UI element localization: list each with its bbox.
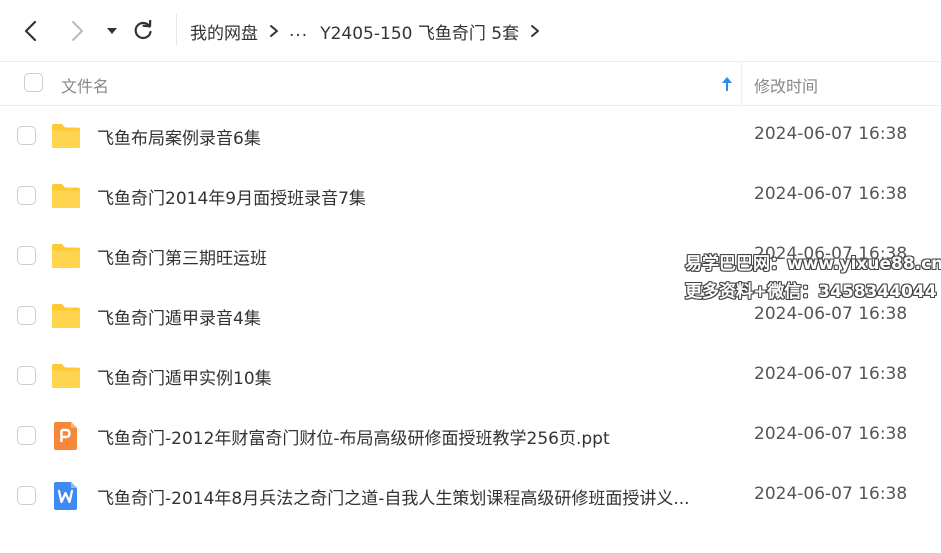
chevron-right-icon bbox=[72, 21, 83, 41]
refresh-icon bbox=[134, 20, 152, 40]
watermark-wechat: 更多资料+微信：3458344044 bbox=[685, 282, 937, 302]
toolbar-divider bbox=[176, 14, 177, 46]
ppt-file-icon bbox=[51, 421, 81, 451]
row-checkbox[interactable] bbox=[17, 366, 36, 385]
row-checkbox[interactable] bbox=[17, 246, 36, 265]
refresh-button[interactable] bbox=[130, 18, 156, 44]
column-divider[interactable] bbox=[741, 62, 742, 106]
file-modified-time: 2024-06-07 16:38 bbox=[754, 124, 908, 144]
history-dropdown-button[interactable] bbox=[103, 22, 121, 40]
folder-icon bbox=[51, 121, 81, 151]
list-item[interactable]: 飞鱼奇门-2012年财富奇门财位-布局高级研修面授班教学256页.ppt 202… bbox=[0, 406, 941, 466]
breadcrumb-root[interactable]: 我的网盘 bbox=[190, 19, 258, 44]
back-button[interactable] bbox=[18, 18, 44, 44]
list-item[interactable]: 飞鱼奇门遁甲实例10集 2024-06-07 16:38 bbox=[0, 346, 941, 406]
row-checkbox[interactable] bbox=[17, 126, 36, 145]
caret-down-icon bbox=[107, 28, 117, 34]
file-modified-time: 2024-06-07 16:38 bbox=[754, 424, 908, 444]
chevron-right-icon bbox=[530, 24, 540, 38]
row-checkbox[interactable] bbox=[17, 306, 36, 325]
breadcrumb-current[interactable]: Y2405-150 飞鱼奇门 5套 bbox=[320, 19, 519, 44]
file-name[interactable]: 飞鱼布局案例录音6集 bbox=[97, 124, 261, 149]
word-file-icon bbox=[51, 481, 81, 511]
watermark-website: 易学巴巴网：www.yixue88.cn bbox=[685, 254, 941, 274]
file-name[interactable]: 飞鱼奇门-2014年8月兵法之奇门之道-自我人生策划课程高级研修班面授讲义... bbox=[97, 484, 690, 509]
file-modified-time: 2024-06-07 16:38 bbox=[754, 184, 908, 204]
chevron-left-icon bbox=[24, 20, 37, 42]
list-item[interactable]: 飞鱼布局案例录音6集 2024-06-07 16:38 bbox=[0, 106, 941, 166]
file-name[interactable]: 飞鱼奇门-2012年财富奇门财位-布局高级研修面授班教学256页.ppt bbox=[97, 424, 610, 449]
file-name[interactable]: 飞鱼奇门第三期旺运班 bbox=[97, 244, 267, 269]
watermark: 易学巴巴网：www.yixue88.cn 更多资料+微信：3458344044 bbox=[685, 250, 941, 306]
chevron-right-icon bbox=[269, 24, 279, 38]
row-checkbox[interactable] bbox=[17, 426, 36, 445]
file-name[interactable]: 飞鱼奇门遁甲录音4集 bbox=[97, 304, 261, 329]
breadcrumb-ellipsis[interactable]: ... bbox=[289, 21, 308, 41]
file-list-header: 文件名 修改时间 bbox=[0, 61, 941, 106]
file-list: 飞鱼布局案例录音6集 2024-06-07 16:38 飞鱼奇门2014年9月面… bbox=[0, 106, 941, 526]
list-item[interactable]: 飞鱼奇门-2014年8月兵法之奇门之道-自我人生策划课程高级研修班面授讲义...… bbox=[0, 466, 941, 526]
arrow-up-icon[interactable] bbox=[719, 74, 735, 94]
row-checkbox[interactable] bbox=[17, 486, 36, 505]
file-name[interactable]: 飞鱼奇门遁甲实例10集 bbox=[97, 364, 272, 389]
file-modified-time: 2024-06-07 16:38 bbox=[754, 484, 908, 504]
file-modified-time: 2024-06-07 16:38 bbox=[754, 364, 908, 384]
row-checkbox[interactable] bbox=[17, 186, 36, 205]
folder-icon bbox=[51, 181, 81, 211]
file-name[interactable]: 飞鱼奇门2014年9月面授班录音7集 bbox=[97, 184, 366, 209]
folder-icon bbox=[51, 361, 81, 391]
folder-icon bbox=[51, 241, 81, 271]
column-header-modified-time[interactable]: 修改时间 bbox=[754, 73, 818, 97]
folder-icon bbox=[51, 301, 81, 331]
file-modified-time: 2024-06-07 16:38 bbox=[754, 304, 908, 324]
list-item[interactable]: 飞鱼奇门2014年9月面授班录音7集 2024-06-07 16:38 bbox=[0, 166, 941, 226]
toolbar: 我的网盘 ... Y2405-150 飞鱼奇门 5套 bbox=[0, 0, 941, 61]
breadcrumb: 我的网盘 ... Y2405-150 飞鱼奇门 5套 bbox=[190, 17, 550, 45]
column-header-name[interactable]: 文件名 bbox=[61, 73, 109, 97]
select-all-checkbox[interactable] bbox=[24, 73, 43, 92]
forward-button[interactable] bbox=[64, 18, 90, 44]
